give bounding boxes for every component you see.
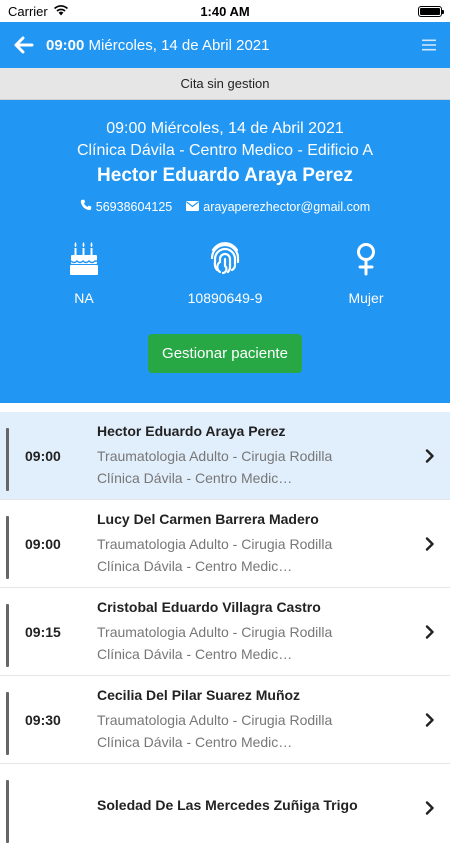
patient-gender: Mujer [348,290,384,306]
chevron-right-icon [410,800,450,815]
hamburger-menu-icon[interactable] [422,39,436,51]
stat-age: NA [24,240,144,306]
appointment-clinic: Clínica Dávila - Centro Medic… [97,645,293,662]
phone-contact[interactable]: 56938604125 [80,199,172,214]
appointment-specialty: Traumatologia Adulto - Cirugia Rodilla [97,447,333,464]
navbar: 09:00 Miércoles, 14 de Abril 2021 [0,22,450,68]
stat-gender: Mujer [306,240,426,306]
appointment-patient-name: Soledad De Las Mercedes Zuñiga Trigo [97,796,358,813]
appointment-clinic: Clínica Dávila - Centro Medic… [97,557,293,574]
appointment-datetime: 09:00 Miércoles, 14 de Abril 2021 [106,120,344,137]
appointment-clinic: Clínica Dávila - Centro Medic… [97,469,293,486]
carrier-label: Carrier [8,3,48,19]
phone-number: 56938604125 [95,199,173,214]
row-accent-bar [6,780,9,843]
female-icon [355,240,377,278]
appointment-time: 09:30 [25,711,61,728]
appointment-row[interactable]: 09:30 Cecilia Del Pilar Suarez Muñoz Traum… [0,676,450,763]
appointments-list: 09:00 Hector Eduardo Araya Perez Traumatol… [0,412,450,851]
appointment-specialty: Traumatologia Adulto - Cirugia Rodilla [97,535,333,552]
appointment-info: Cecilia Del Pilar Suarez Muñoz Traumatolo… [97,687,410,753]
row-accent-bar [6,428,9,491]
battery-icon [418,5,444,17]
status-bar: Carrier 1:40 AM [0,0,450,22]
chevron-right-icon [410,712,450,727]
birthday-cake-icon [69,240,99,278]
patient-rut: 10890649-9 [187,290,263,306]
nav-date: Miércoles, 14 de Abril 2021 [88,36,270,54]
nav-title: 09:00 Miércoles, 14 de Abril 2021 [46,37,422,54]
patient-name: Hector Eduardo Araya Perez [97,165,353,186]
chevron-right-icon [410,536,450,551]
appointment-patient-name: Hector Eduardo Araya Perez [97,422,286,439]
envelope-icon [186,200,200,214]
appointment-row[interactable]: 09:15 Cristobal Eduardo Villagra Castro Tr… [0,588,450,675]
manage-patient-button[interactable]: Gestionar paciente [148,334,302,373]
email-contact[interactable]: arayaperezhector@gmail.com [186,199,370,214]
appointment-status-bar: Cita sin gestion [0,68,450,100]
chevron-right-icon [410,448,450,463]
back-arrow-icon[interactable] [14,36,34,54]
appointment-patient-name: Cecilia Del Pilar Suarez Muñoz [97,686,301,703]
row-accent-bar [6,516,9,579]
appointment-info: Cristobal Eduardo Villagra Castro Traumat… [97,599,410,665]
patient-contact: 56938604125 arayaperezhector@gmail.com [0,199,450,214]
phone-icon [80,199,92,214]
row-accent-bar [6,604,9,667]
row-accent-bar [6,692,9,755]
appointment-status-label: Cita sin gestion [180,76,270,91]
patient-stats: NA 10890649-9 Mujer [0,240,450,306]
appointment-time: 09:15 [25,623,61,640]
appointment-time: 09:00 [25,447,61,464]
appointment-clinic: Clínica Dávila - Centro Medic… [97,733,293,750]
appointment-patient-name: Lucy Del Carmen Barrera Madero [97,510,319,527]
appointment-specialty: Traumatologia Adulto - Cirugia Rodilla [97,623,333,640]
appointment-row[interactable]: 09:00 Lucy Del Carmen Barrera Madero Traum… [0,500,450,587]
appointment-info: Hector Eduardo Araya Perez Traumatologia … [97,423,410,489]
appointment-specialty: Traumatologia Adulto - Cirugia Rodilla [97,711,333,728]
appointment-patient-name: Cristobal Eduardo Villagra Castro [97,598,321,615]
fingerprint-icon [209,240,241,278]
appointment-time: 09:00 [25,535,61,552]
appointment-info: Lucy Del Carmen Barrera Madero Traumatolo… [97,511,410,577]
status-left: Carrier [8,4,69,19]
email-address: arayaperezhector@gmail.com [203,199,371,214]
stat-id: 10890649-9 [165,240,285,306]
patient-age: NA [74,290,94,306]
appointment-row[interactable]: Soledad De Las Mercedes Zuñiga Trigo [0,764,450,851]
appointment-row[interactable]: 09:00 Hector Eduardo Araya Perez Traumatol… [0,412,450,499]
appointment-location: Clínica Dávila - Centro Medico - Edifici… [76,142,374,159]
nav-time: 09:00 [46,36,85,54]
patient-header: 09:00 Miércoles, 14 de Abril 2021 Clínic… [0,100,450,403]
wifi-icon [53,4,69,19]
chevron-right-icon [410,624,450,639]
